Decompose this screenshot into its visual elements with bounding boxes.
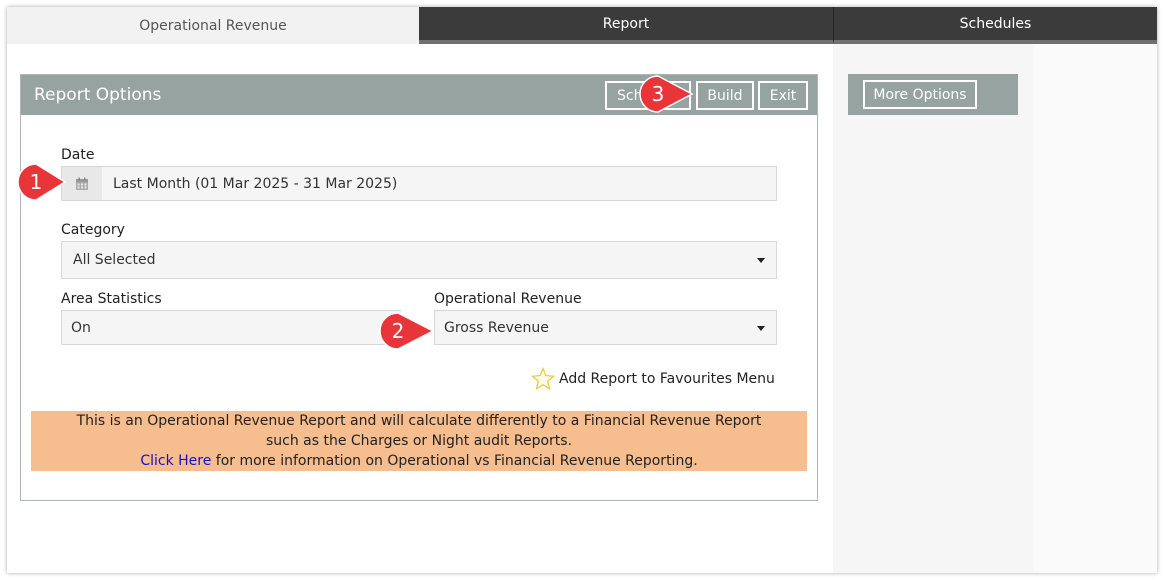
- report-options-panel: Report Options Sch Build Exit Date Last …: [20, 74, 818, 501]
- marker-number: 3: [651, 82, 665, 106]
- tab-bar: Operational Revenue Report Schedules: [7, 7, 1157, 44]
- operational-revenue-select[interactable]: Gross Revenue: [434, 310, 777, 345]
- more-options-button[interactable]: More Options: [863, 80, 977, 109]
- category-label: Category: [61, 222, 125, 238]
- area-statistics-label: Area Statistics: [61, 291, 162, 307]
- category-select[interactable]: All Selected: [61, 241, 777, 279]
- notice-line-1: This is an Operational Revenue Report an…: [76, 413, 762, 429]
- operational-revenue-label: Operational Revenue: [434, 291, 582, 307]
- tab-schedules[interactable]: Schedules: [833, 7, 1157, 44]
- favourites-label: Add Report to Favourites Menu: [559, 371, 775, 387]
- exit-button[interactable]: Exit: [758, 81, 808, 110]
- panel-header: Report Options Sch Build Exit: [21, 75, 817, 115]
- marker-number: 1: [29, 170, 43, 194]
- area-statistics-value: On: [71, 319, 91, 336]
- click-here-link[interactable]: Click Here: [140, 453, 211, 469]
- chevron-down-icon: [757, 326, 765, 331]
- annotation-marker-3: 3: [639, 75, 694, 113]
- category-value: All Selected: [73, 252, 156, 268]
- marker-number: 2: [391, 319, 405, 343]
- annotation-marker-1: 1: [17, 163, 67, 201]
- operational-revenue-value: Gross Revenue: [444, 319, 549, 336]
- far-right-area: [1033, 44, 1157, 573]
- side-panel-header: More Options: [848, 74, 1018, 115]
- calendar-icon: [76, 177, 88, 190]
- star-icon: [531, 367, 555, 390]
- date-value: Last Month (01 Mar 2025 - 31 Mar 2025): [113, 175, 398, 192]
- add-to-favourites[interactable]: Add Report to Favourites Menu: [531, 367, 775, 391]
- side-column: [833, 44, 1033, 573]
- notice-line-3-text: for more information on Operational vs F…: [211, 453, 698, 469]
- annotation-marker-2: 2: [379, 312, 435, 350]
- date-label: Date: [61, 147, 95, 163]
- info-notice: This is an Operational Revenue Report an…: [31, 411, 807, 471]
- panel-title: Report Options: [34, 85, 162, 105]
- build-button[interactable]: Build: [696, 81, 754, 110]
- app-frame: Operational Revenue Report Schedules Rep…: [7, 7, 1157, 573]
- chevron-down-icon: [757, 258, 765, 263]
- notice-line-3: Click Here for more information on Opera…: [31, 451, 807, 471]
- notice-line-2: such as the Charges or Night audit Repor…: [265, 433, 573, 449]
- tab-operational-revenue[interactable]: Operational Revenue: [7, 7, 419, 44]
- area-statistics-select[interactable]: On: [61, 310, 401, 345]
- date-field[interactable]: Last Month (01 Mar 2025 - 31 Mar 2025): [61, 166, 777, 201]
- tab-report[interactable]: Report: [419, 7, 833, 44]
